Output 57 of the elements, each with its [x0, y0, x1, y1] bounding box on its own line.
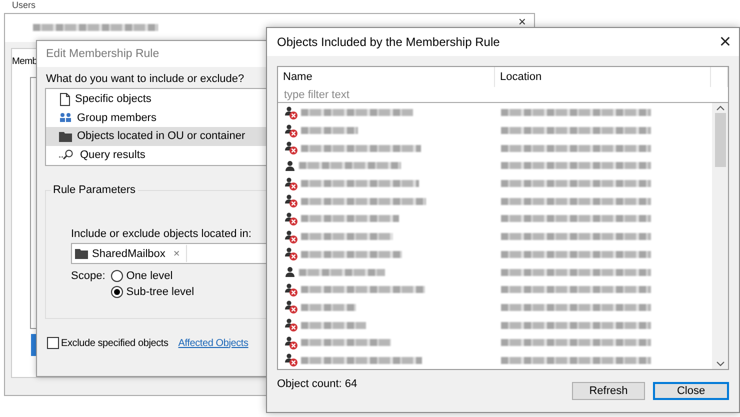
people-icon [59, 112, 72, 124]
radio-button[interactable] [111, 286, 124, 298]
disabled-user-icon [284, 230, 298, 244]
filter-field[interactable]: type filter text [284, 87, 484, 102]
affected-objects-link[interactable]: Affected Objects [178, 338, 248, 348]
disabled-user-icon [284, 106, 298, 120]
radio-button[interactable] [111, 270, 124, 282]
radio-label: One level [126, 270, 173, 282]
group-title: Rule Parameters [52, 184, 137, 196]
disabled-user-icon [284, 300, 298, 314]
blurred-name [301, 322, 366, 329]
field-label: Include or exclude objects located in: [71, 228, 252, 240]
list-item[interactable]: Group members [46, 108, 267, 127]
disabled-user-icon [284, 141, 298, 156]
blurred-name [301, 304, 356, 311]
user-icon [284, 160, 296, 172]
disabled-user-icon [284, 247, 298, 262]
folder-icon [59, 130, 72, 142]
dialog-button[interactable]: Refresh [572, 382, 645, 400]
blurred-name [301, 127, 358, 134]
checkbox-label: Exclude specified objects [61, 338, 168, 348]
folder-label: Users [12, 0, 36, 10]
scroll-up-icon [716, 105, 724, 111]
dialog-title: Objects Included by the Membership Rule [277, 35, 500, 49]
disabled-user-icon [284, 212, 298, 226]
disabled-user-icon [284, 353, 298, 368]
close-button[interactable]: × [719, 32, 731, 52]
column-header[interactable]: Location [495, 67, 711, 87]
disabled-user-icon [284, 124, 298, 138]
column-header[interactable]: Name [278, 67, 495, 87]
close-button[interactable]: × [518, 15, 526, 28]
dialog-title: Edit Membership Rule [46, 48, 160, 60]
scrollbar[interactable] [712, 103, 728, 369]
scroll-thumb[interactable] [714, 113, 726, 167]
list-item[interactable]: Specific objects [46, 90, 267, 108]
document-icon [59, 92, 70, 106]
checkbox[interactable] [47, 337, 59, 349]
location-chip[interactable]: SharedMailbox × [72, 245, 187, 262]
object-count: Object count: 64 [277, 378, 358, 392]
search-icon [59, 149, 75, 160]
disabled-user-icon [284, 176, 298, 191]
scope-label: Scope: [71, 270, 106, 282]
user-icon [284, 266, 296, 278]
folder-icon [75, 248, 88, 259]
disabled-user-icon [284, 282, 298, 297]
dialog-button[interactable]: Close [653, 382, 729, 400]
scroll-down-icon [716, 361, 724, 367]
disabled-user-icon [284, 336, 298, 350]
location-field[interactable]: SharedMailbox × [71, 243, 267, 264]
list-item[interactable]: Objects located in OU or container [46, 127, 267, 146]
radio-label: Sub-tree level [126, 286, 194, 298]
question-label: What do you want to include or exclude? [46, 73, 244, 85]
remove-button[interactable]: × [173, 248, 180, 260]
disabled-user-icon [284, 194, 298, 208]
chip-label: SharedMailbox [92, 248, 166, 260]
list-item[interactable]: Query results [46, 146, 267, 164]
disabled-user-icon [284, 318, 298, 332]
